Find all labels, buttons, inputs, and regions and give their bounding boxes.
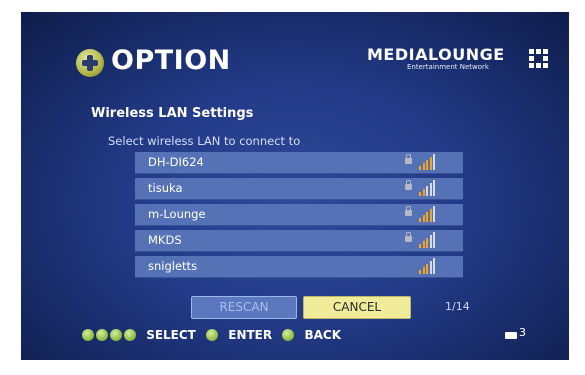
network-name: MKDS xyxy=(148,233,182,247)
down-arrow-icon xyxy=(96,328,108,341)
keyboard-count: 3 xyxy=(519,326,526,339)
network-row[interactable]: DH-DI624 xyxy=(135,152,463,174)
tv-screen: OPTION MEDIALOUNGE Entertainment Network… xyxy=(21,12,569,360)
signal-strength-icon xyxy=(419,180,437,196)
network-name: DH-DI624 xyxy=(148,155,204,169)
dpad-option-icon xyxy=(76,49,104,77)
button-guide: SELECT ENTER BACK xyxy=(82,327,347,342)
page-title: OPTION xyxy=(111,45,231,76)
cancel-button[interactable]: CANCEL xyxy=(303,296,411,319)
network-name: m-Lounge xyxy=(148,207,206,221)
brand-logo: MEDIALOUNGE xyxy=(367,45,505,64)
header: OPTION MEDIALOUNGE Entertainment Network xyxy=(21,12,569,90)
instruction-text: Select wireless LAN to connect to xyxy=(108,134,301,148)
back-button-icon xyxy=(282,328,295,341)
enter-label: ENTER xyxy=(228,327,273,342)
page-indicator: 1/14 xyxy=(445,300,470,313)
signal-strength-icon xyxy=(419,154,437,170)
network-row[interactable]: tisuka xyxy=(135,178,463,200)
keyboard-icon xyxy=(505,332,517,339)
section-title: Wireless LAN Settings xyxy=(91,106,254,121)
brand-grid-icon xyxy=(529,49,548,68)
network-name: tisuka xyxy=(148,181,183,195)
network-row[interactable]: snigletts xyxy=(135,256,463,278)
network-row[interactable]: m-Lounge xyxy=(135,204,463,226)
enter-button-icon xyxy=(206,328,219,341)
left-arrow-icon xyxy=(110,328,122,341)
lock-icon xyxy=(405,232,412,242)
brand-tagline: Entertainment Network xyxy=(407,63,489,71)
back-label: BACK xyxy=(304,327,342,342)
network-row[interactable]: MKDS xyxy=(135,230,463,252)
signal-strength-icon xyxy=(419,232,437,248)
signal-strength-icon xyxy=(419,258,437,274)
lock-icon xyxy=(405,206,412,216)
signal-strength-icon xyxy=(419,206,437,222)
up-arrow-icon xyxy=(82,328,94,341)
select-label: SELECT xyxy=(146,327,196,342)
lock-icon xyxy=(405,180,412,190)
right-arrow-icon xyxy=(124,328,136,341)
lock-icon xyxy=(405,154,412,164)
network-name: snigletts xyxy=(148,259,198,273)
rescan-button[interactable]: RESCAN xyxy=(191,296,297,319)
